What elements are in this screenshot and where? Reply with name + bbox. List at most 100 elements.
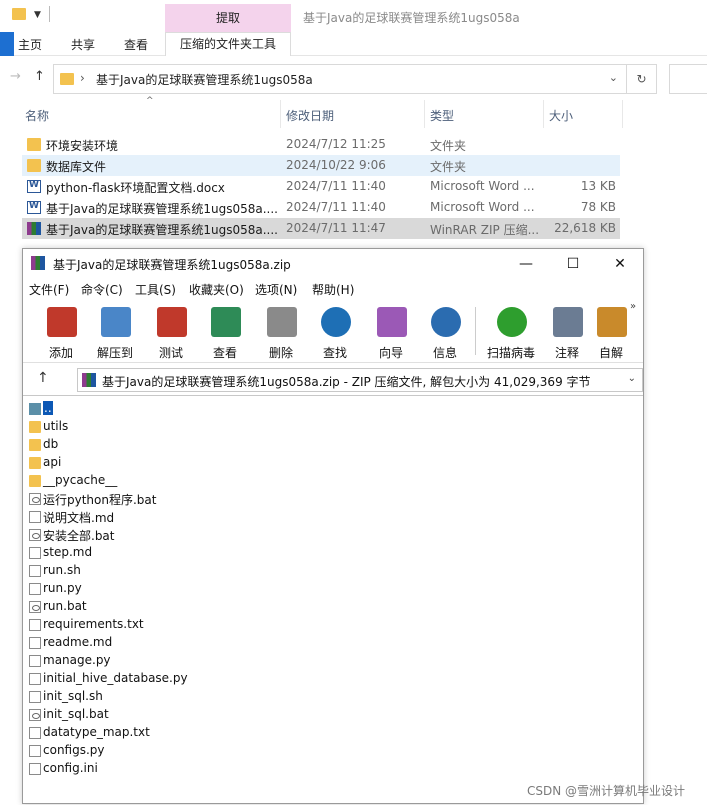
menu-help[interactable]: 帮助(H) (312, 281, 354, 298)
list-item[interactable]: run.sh (27, 562, 327, 580)
chevron-right-icon[interactable]: › (80, 71, 85, 85)
list-item[interactable]: 安装全部.bat (27, 526, 327, 544)
toolbar-label: 查找 (322, 346, 347, 360)
test-icon (157, 307, 187, 337)
close-button[interactable]: ✕ (605, 253, 635, 275)
file-icon (29, 727, 41, 739)
menu-file[interactable]: 文件(F) (29, 281, 69, 298)
file-row[interactable]: 基于Java的足球联赛管理系统1ugs058a.... 2024/7/11 11… (22, 197, 620, 218)
tab-compressed-folder-tools[interactable]: 压缩的文件夹工具 (165, 32, 291, 56)
comment-button[interactable]: 注释 (541, 303, 593, 361)
list-item[interactable]: manage.py (27, 652, 327, 670)
list-item[interactable]: readme.md (27, 634, 327, 652)
list-item[interactable]: 运行python程序.bat (27, 490, 327, 508)
address-path[interactable]: 基于Java的足球联赛管理系统1ugs058a (96, 71, 313, 88)
toolbar-label: 查看 (212, 346, 237, 360)
list-item[interactable]: config.ini (27, 760, 327, 778)
file-row[interactable]: 基于Java的足球联赛管理系统1ugs058a.... 2024/7/11 11… (22, 218, 620, 239)
tab-home[interactable]: 主页 (18, 36, 42, 53)
file-icon (29, 565, 41, 577)
list-item[interactable]: utils (27, 418, 327, 436)
divider (49, 6, 50, 22)
file-row[interactable]: 数据库文件 2024/10/22 9:06 文件夹 (22, 155, 620, 176)
list-item-label: run.py (43, 581, 82, 595)
file-icon (29, 637, 41, 649)
forward-arrow-icon[interactable]: → (10, 69, 21, 84)
list-item[interactable]: api (27, 454, 327, 472)
comment-icon (553, 307, 583, 337)
list-item[interactable]: init_sql.sh (27, 688, 327, 706)
menu-options[interactable]: 选项(N) (255, 281, 297, 298)
add-button[interactable]: 添加 (35, 303, 87, 361)
menu-commands[interactable]: 命令(C) (81, 281, 123, 298)
tab-file[interactable] (0, 32, 14, 56)
column-name[interactable]: 名称 (25, 107, 49, 124)
up-arrow-icon[interactable]: ↑ (37, 370, 49, 386)
list-item[interactable]: 说明文档.md (27, 508, 327, 526)
quick-access-dropdown-icon[interactable]: ▼ (34, 10, 41, 20)
list-item[interactable]: configs.py (27, 742, 327, 760)
scan-virus-button[interactable]: 扫描病毒 (485, 303, 537, 361)
view-button[interactable]: 查看 (199, 303, 251, 361)
list-item[interactable]: run.py (27, 580, 327, 598)
tab-extract[interactable]: 提取 (165, 4, 291, 32)
wizard-button[interactable]: 向导 (365, 303, 417, 361)
info-button[interactable]: 信息 (419, 303, 471, 361)
delete-button[interactable]: 删除 (255, 303, 307, 361)
up-arrow-icon[interactable]: ↑ (34, 69, 45, 84)
file-row[interactable]: python-flask环境配置文档.docx 2024/7/11 11:40 … (22, 176, 620, 197)
list-item[interactable]: requirements.txt (27, 616, 327, 634)
list-item[interactable]: step.md (27, 544, 327, 562)
folder-icon[interactable] (12, 8, 26, 20)
minimize-button[interactable]: — (511, 253, 541, 275)
tab-share[interactable]: 共享 (71, 36, 95, 53)
toolbar-overflow-icon[interactable]: » (630, 301, 636, 312)
path-bar: ↑ 基于Java的足球联赛管理系统1ugs058a.zip - ZIP 压缩文件… (23, 367, 643, 393)
winrar-titlebar: 基于Java的足球联赛管理系统1ugs058a.zip — ☐ ✕ (23, 249, 643, 279)
watermark: CSDN @雪洲计算机毕业设计 (527, 784, 686, 798)
file-row[interactable]: 环境安装环境 2024/7/12 11:25 文件夹 (22, 134, 620, 155)
list-item-label: step.md (43, 545, 93, 559)
menu-bar: 文件(F) 命令(C) 工具(S) 收藏夹(O) 选项(N) 帮助(H) (23, 279, 643, 299)
list-item[interactable]: datatype_map.txt (27, 724, 327, 742)
column-date[interactable]: 修改日期 (286, 107, 334, 124)
file-icon (29, 673, 41, 685)
column-size[interactable]: 大小 (549, 107, 573, 124)
address-bar[interactable]: › 基于Java的足球联赛管理系统1ugs058a ⌄ (53, 64, 627, 94)
test-button[interactable]: 测试 (145, 303, 197, 361)
file-date: 2024/7/11 11:40 (286, 200, 386, 214)
tab-view[interactable]: 查看 (124, 36, 148, 53)
find-button[interactable]: 查找 (309, 303, 361, 361)
file-icon (29, 763, 41, 775)
chevron-down-icon[interactable]: ⌄ (628, 373, 636, 384)
list-item[interactable]: db (27, 436, 327, 454)
view-icon (211, 307, 241, 337)
list-item[interactable]: run.bat (27, 598, 327, 616)
folder-icon (60, 73, 74, 85)
extract-to-button[interactable]: 解压到 (89, 303, 141, 361)
refresh-icon[interactable]: ↻ (627, 64, 657, 94)
list-item[interactable]: init_sql.bat (27, 706, 327, 724)
toolbar-label: 删除 (268, 346, 293, 360)
list-item[interactable]: initial_hive_database.py (27, 670, 327, 688)
menu-tools[interactable]: 工具(S) (135, 281, 176, 298)
menu-favorites[interactable]: 收藏夹(O) (189, 281, 244, 298)
list-item[interactable]: __pycache__ (27, 472, 327, 490)
toolbar-label: 添加 (48, 346, 73, 360)
list-item-label: .. (43, 401, 53, 415)
maximize-button[interactable]: ☐ (558, 253, 588, 275)
list-item-label: init_sql.sh (43, 689, 103, 703)
file-type: Microsoft Word ... (430, 179, 535, 193)
archive-path-dropdown[interactable]: 基于Java的足球联赛管理系统1ugs058a.zip - ZIP 压缩文件, … (77, 368, 643, 392)
list-item-label: 运行python程序.bat (43, 493, 157, 507)
window-title: 基于Java的足球联赛管理系统1ugs058a.zip (53, 258, 291, 272)
wizard-icon (377, 307, 407, 337)
list-item[interactable]: .. (27, 400, 327, 418)
chevron-down-icon[interactable]: ⌄ (609, 71, 618, 84)
divider (622, 100, 623, 128)
file-date: 2024/7/11 11:40 (286, 179, 386, 193)
sfx-button[interactable]: 自解 (591, 303, 631, 361)
column-type[interactable]: 类型 (430, 107, 454, 124)
search-input[interactable] (669, 64, 707, 94)
winrar-window: 基于Java的足球联赛管理系统1ugs058a.zip — ☐ ✕ 文件(F) … (22, 248, 644, 804)
